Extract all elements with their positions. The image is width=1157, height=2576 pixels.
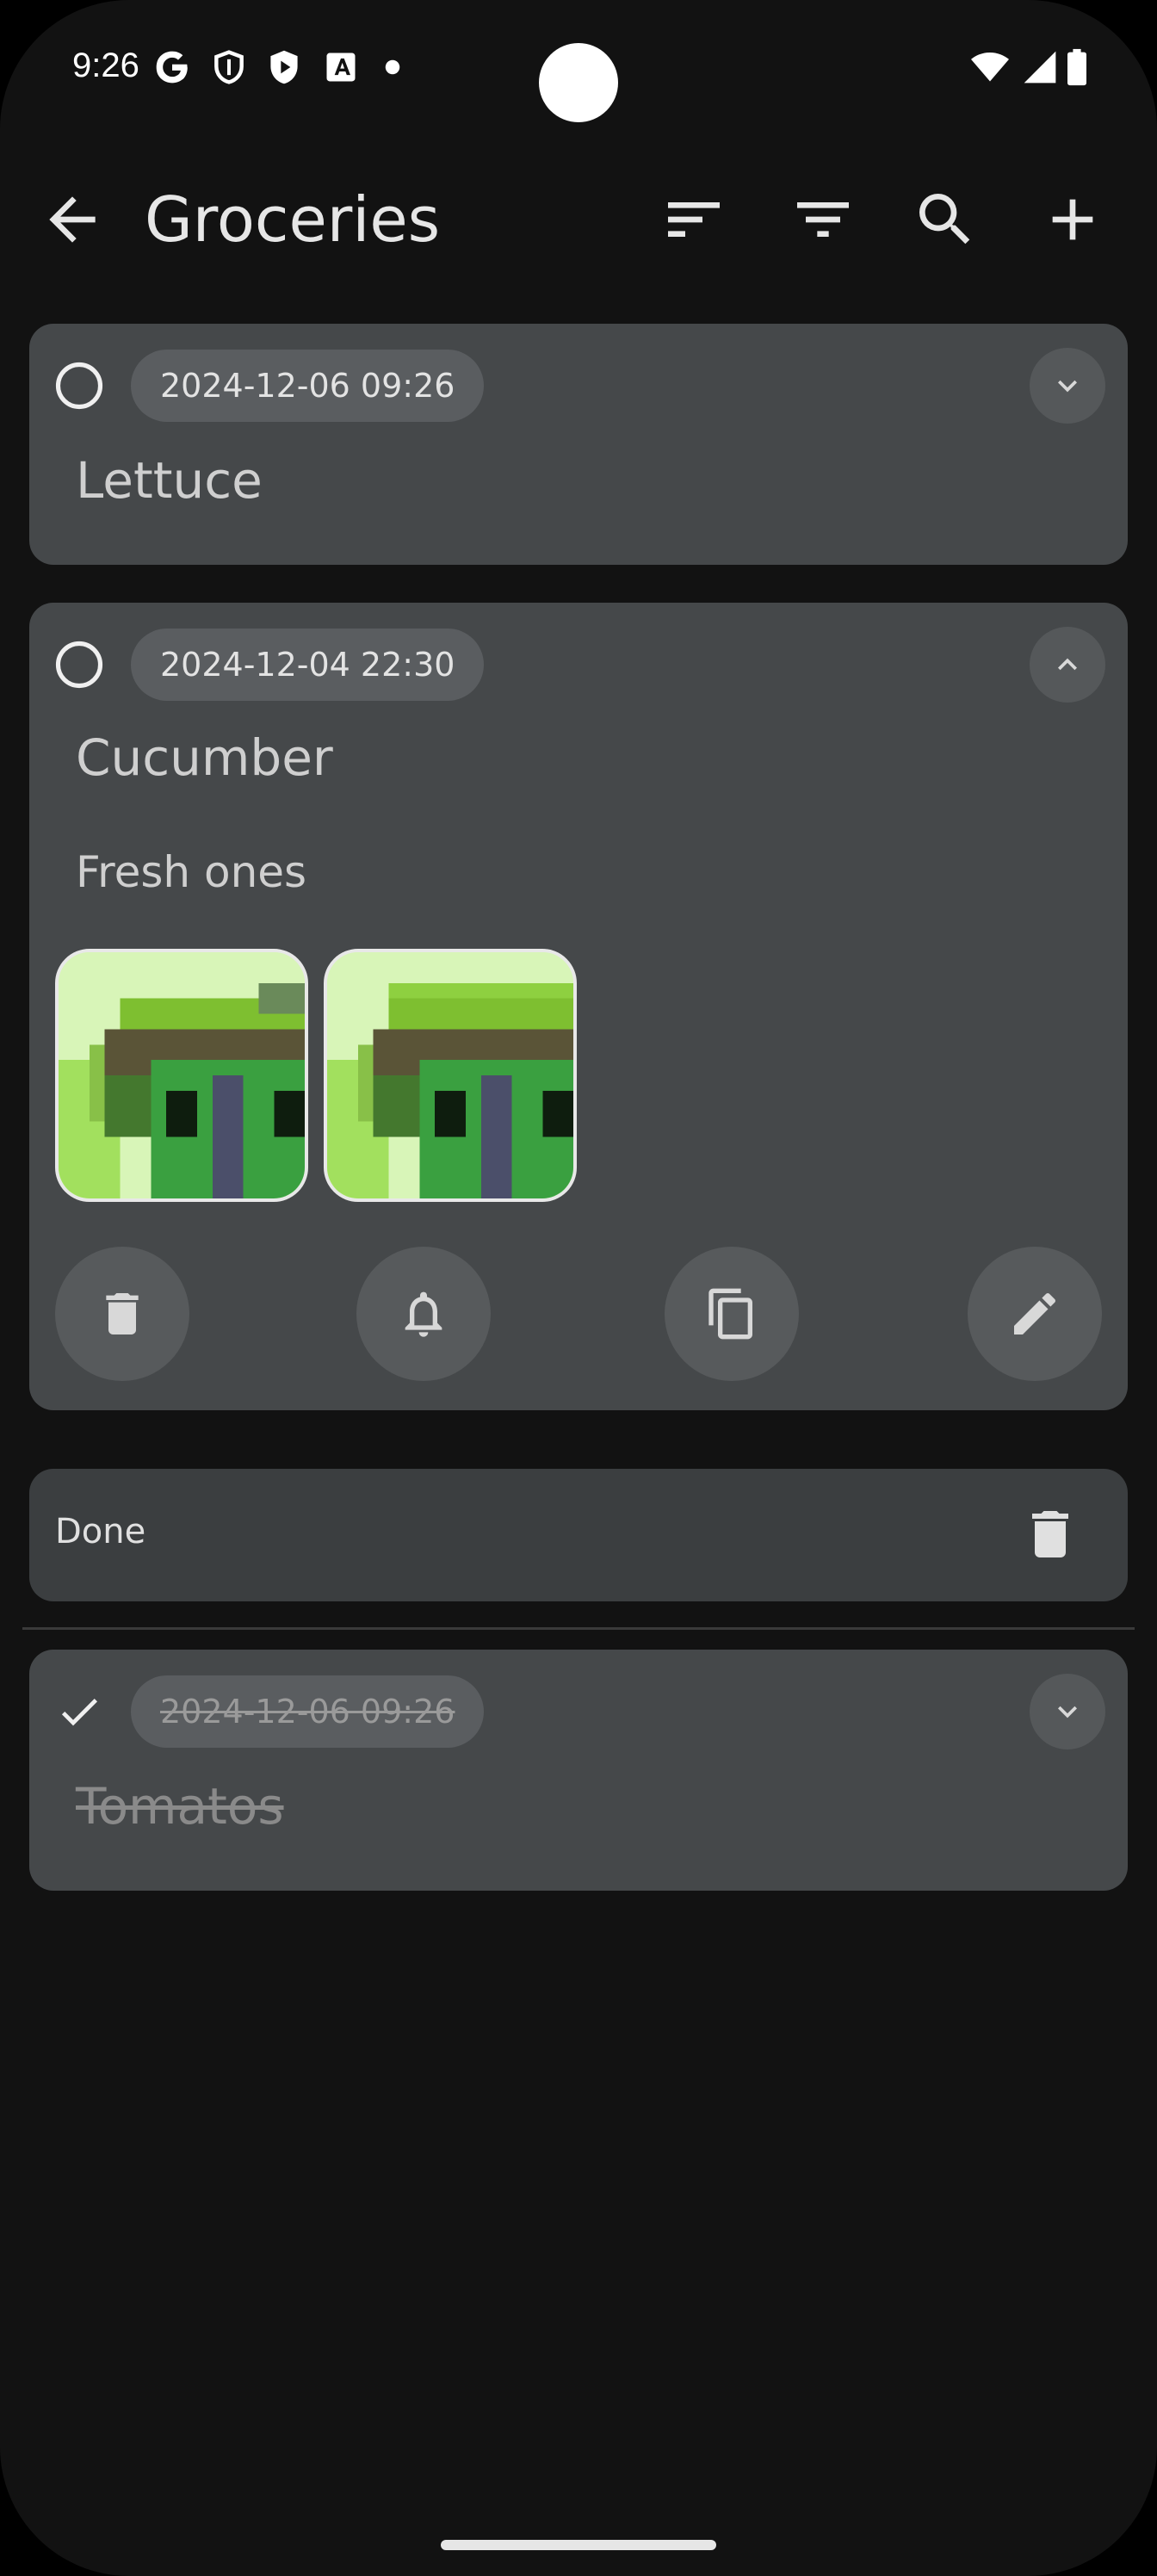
delete-done-button[interactable] xyxy=(1019,1503,1081,1565)
chevron-down-icon xyxy=(1058,1706,1077,1718)
divider xyxy=(22,1627,1135,1630)
delete-button[interactable] xyxy=(55,1247,189,1381)
reminder-button[interactable] xyxy=(356,1247,491,1381)
collapse-button[interactable] xyxy=(1030,627,1105,703)
page-title: Groceries xyxy=(145,183,441,256)
dot-icon xyxy=(384,48,401,86)
attachment-thumbnail[interactable] xyxy=(324,949,577,1202)
chevron-down-icon xyxy=(1058,380,1077,393)
chevron-up-icon xyxy=(1058,658,1077,671)
search-icon[interactable] xyxy=(911,185,980,254)
delete-icon xyxy=(1032,1511,1068,1557)
checkbox[interactable] xyxy=(55,641,103,689)
status-bar: 9:26 xyxy=(0,0,1157,138)
item-title: Lettuce xyxy=(76,451,263,510)
play-protect-icon xyxy=(265,48,303,86)
add-icon[interactable] xyxy=(1038,185,1107,254)
checkbox[interactable] xyxy=(55,362,103,410)
home-indicator[interactable] xyxy=(441,2540,716,2550)
date-chip[interactable]: 2024-12-06 09:26 xyxy=(131,350,485,422)
accessibility-icon xyxy=(322,48,360,86)
filter-icon[interactable] xyxy=(789,185,857,254)
item-title: Cucumber xyxy=(76,728,333,787)
checkbox-checked[interactable] xyxy=(55,1687,103,1736)
app-screen: 9:26 Groceries 2024-12-06 09:26 Lettuce … xyxy=(0,0,1157,2576)
sort-icon[interactable] xyxy=(659,185,728,254)
wifi-icon xyxy=(968,48,1012,86)
list-item[interactable]: 2024-12-06 09:26 Tomatos xyxy=(29,1650,1128,1891)
attachment-thumbnail[interactable] xyxy=(55,949,308,1202)
shield-icon xyxy=(210,48,248,86)
status-time: 9:26 xyxy=(72,46,139,84)
list-item[interactable]: 2024-12-06 09:26 Lettuce xyxy=(29,324,1128,565)
item-title: Tomatos xyxy=(76,1777,284,1836)
back-arrow-icon[interactable] xyxy=(38,185,107,254)
check-icon xyxy=(61,1699,97,1726)
camera-cutout xyxy=(539,43,618,122)
bell-icon xyxy=(405,1291,442,1337)
top-app-bar: Groceries xyxy=(0,164,1157,276)
delete-icon xyxy=(106,1293,139,1334)
expand-button[interactable] xyxy=(1030,1674,1105,1749)
date-chip[interactable]: 2024-12-04 22:30 xyxy=(131,629,485,701)
item-description: Fresh ones xyxy=(76,847,307,897)
copy-button[interactable] xyxy=(665,1247,799,1381)
date-chip[interactable]: 2024-12-06 09:26 xyxy=(131,1675,485,1748)
done-section-header[interactable]: Done xyxy=(29,1469,1128,1601)
edit-button[interactable] xyxy=(968,1247,1102,1381)
google-icon xyxy=(153,48,191,86)
list-item[interactable]: 2024-12-04 22:30 Cucumber Fresh ones xyxy=(29,603,1128,1410)
edit-icon xyxy=(1014,1292,1056,1334)
signal-icon xyxy=(1021,48,1059,86)
battery-icon xyxy=(1064,48,1090,86)
copy-icon xyxy=(708,1288,752,1340)
expand-button[interactable] xyxy=(1030,348,1105,424)
done-section-label: Done xyxy=(55,1512,146,1551)
